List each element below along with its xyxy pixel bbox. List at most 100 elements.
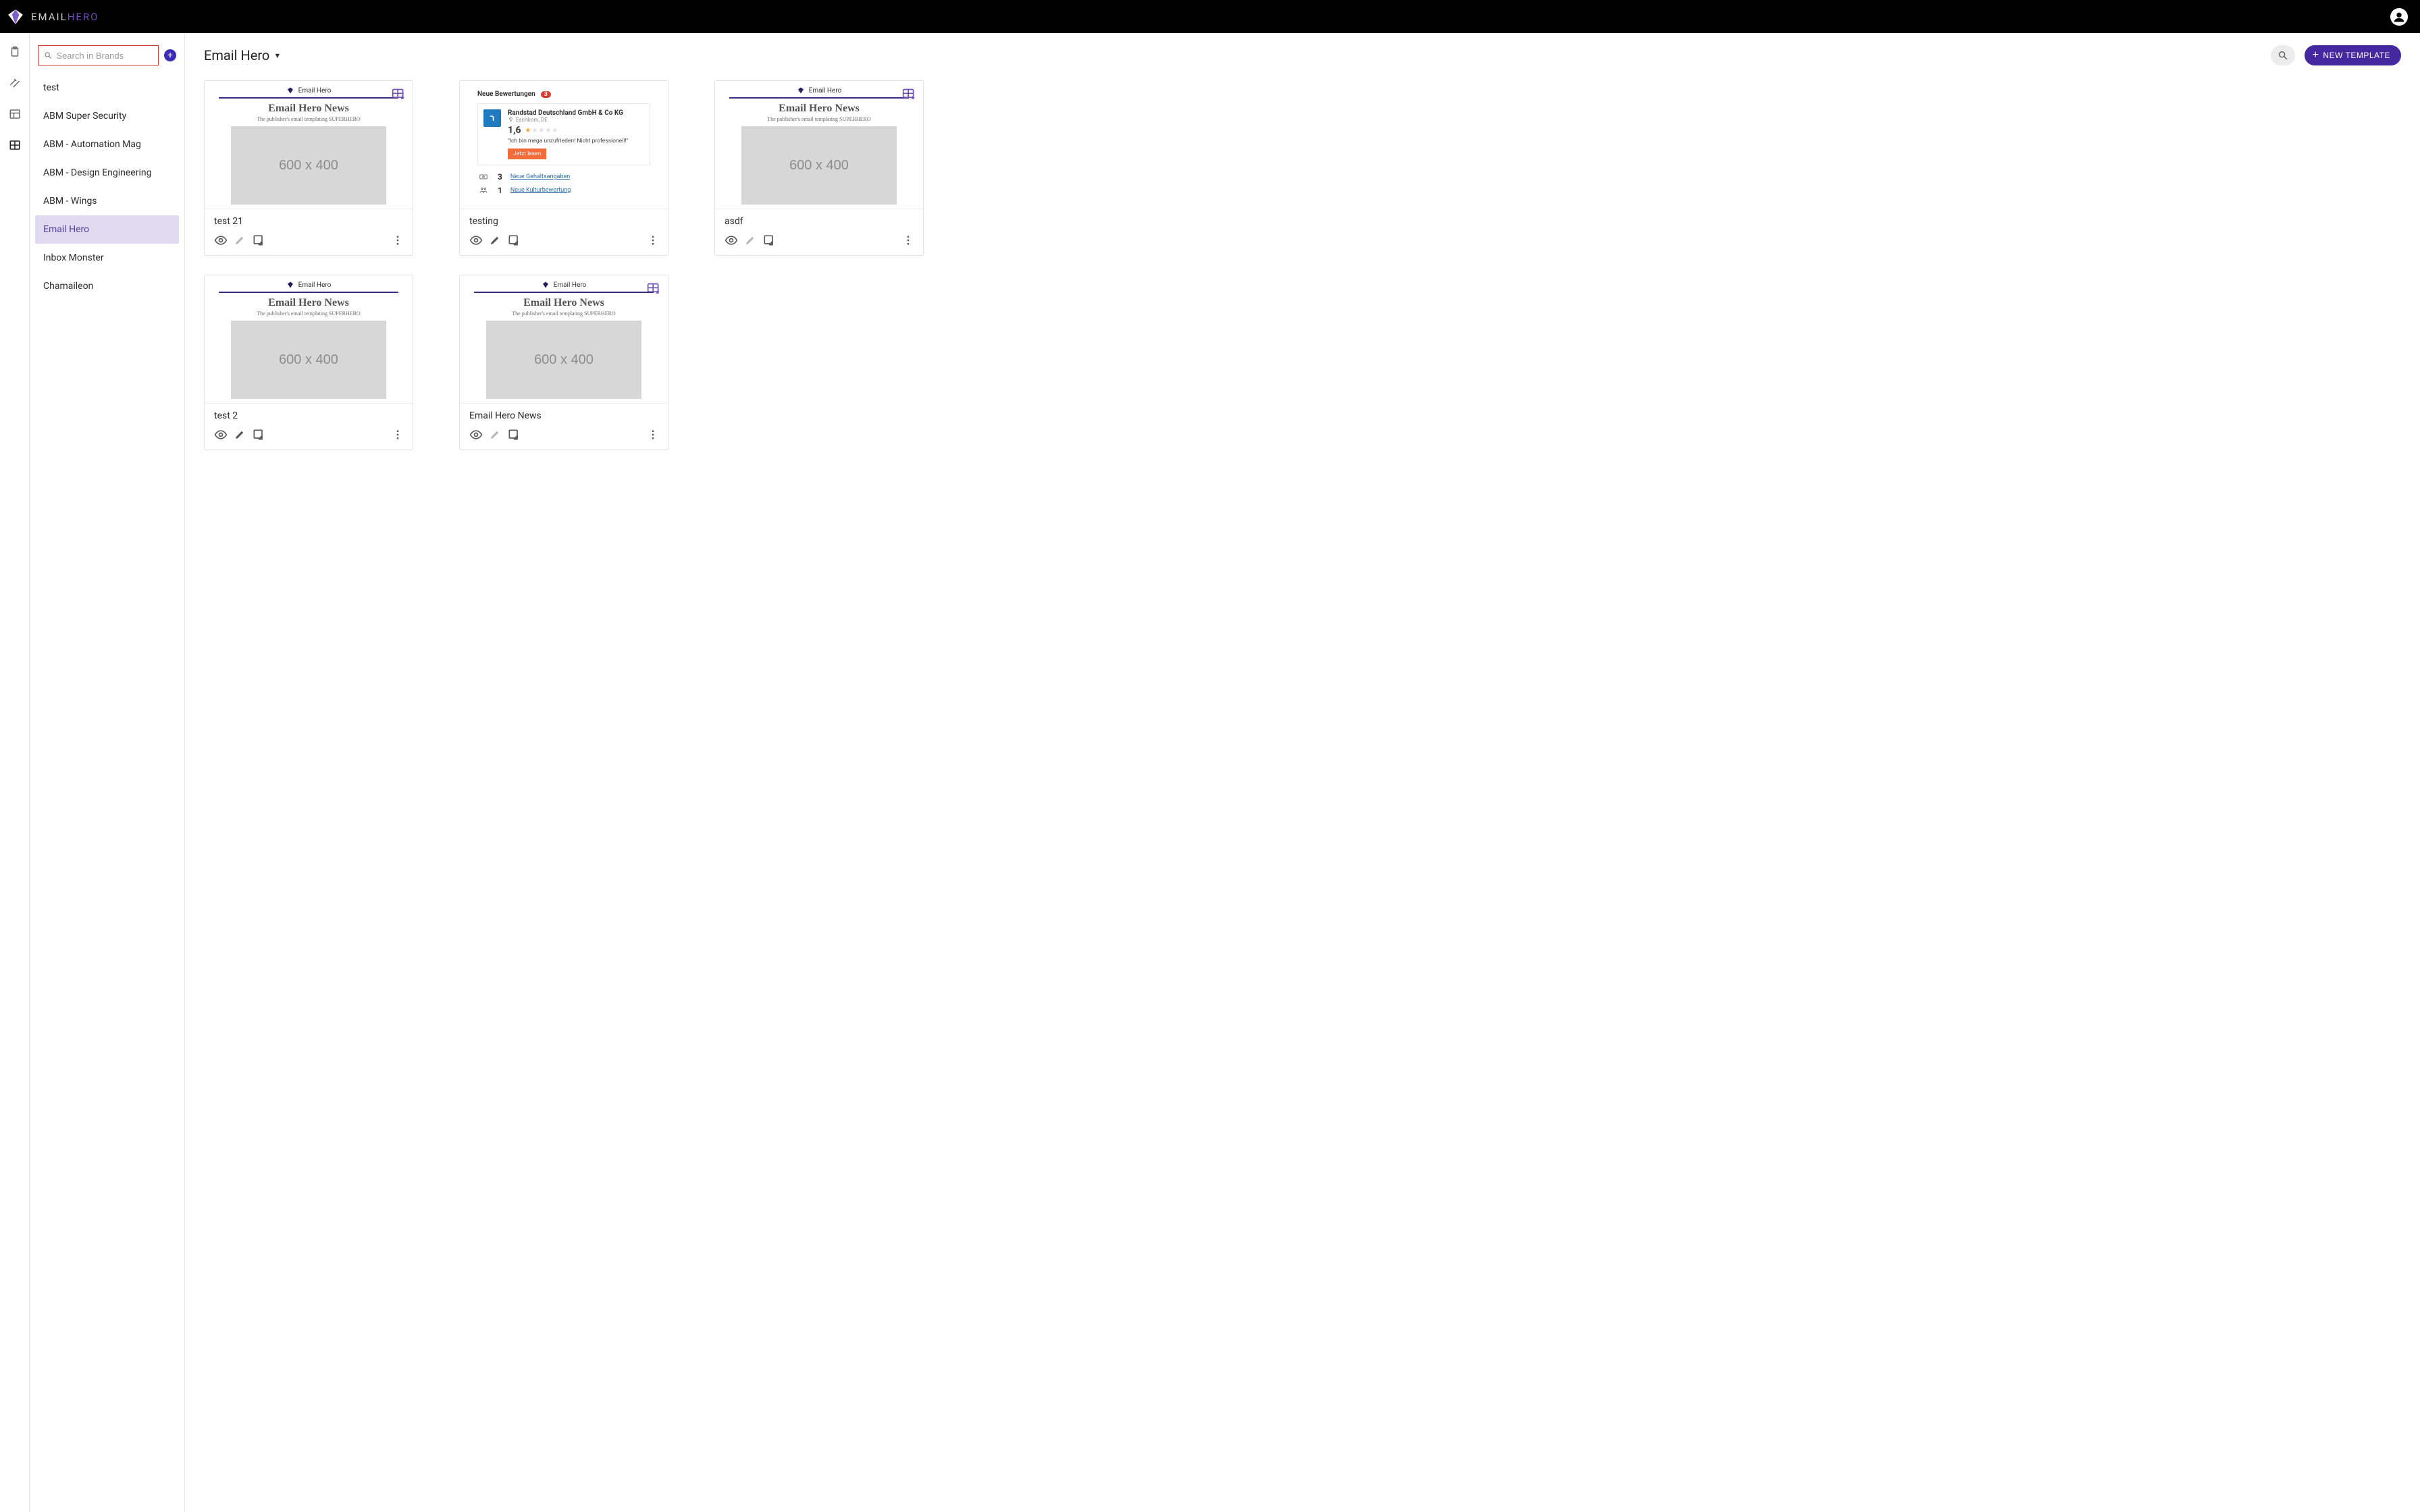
clipboard-icon bbox=[9, 46, 21, 58]
master-template-icon bbox=[646, 282, 661, 296]
review-title: Neue Bewertungen bbox=[477, 90, 535, 98]
read-now-button: Jetzt lesen bbox=[508, 148, 546, 159]
more-button[interactable] bbox=[388, 231, 407, 250]
preview-button[interactable] bbox=[211, 425, 230, 444]
preview-subline: The publisher's email templating SUPERHE… bbox=[257, 116, 360, 122]
template-thumbnail[interactable]: Email Hero Email Hero News The publisher… bbox=[460, 275, 668, 404]
more-vertical-icon bbox=[647, 429, 659, 441]
preview-brand-label: Email Hero bbox=[298, 281, 332, 289]
preview-subline: The publisher's email templating SUPERHE… bbox=[512, 310, 615, 317]
add-brand-button[interactable]: + bbox=[164, 49, 176, 61]
edit-button[interactable] bbox=[485, 231, 504, 250]
edit-button[interactable] bbox=[230, 425, 249, 444]
note-icon bbox=[507, 234, 521, 247]
template-search-button[interactable] bbox=[2271, 45, 2295, 65]
pencil-icon bbox=[234, 234, 246, 246]
template-thumbnail[interactable]: Neue Bewertungen 3 ר Randstad Deutschlan… bbox=[460, 81, 668, 209]
sidebar-brand-item[interactable]: test bbox=[35, 74, 179, 102]
template-thumbnail[interactable]: Email Hero Email Hero News The publisher… bbox=[205, 275, 413, 404]
preview-subline: The publisher's email templating SUPERHE… bbox=[767, 116, 870, 122]
sidebar-brand-item[interactable]: Email Hero bbox=[35, 215, 179, 244]
diamond-icon bbox=[286, 281, 294, 289]
template-title: asdf bbox=[715, 209, 923, 231]
preview-placeholder: 600 x 400 bbox=[741, 126, 897, 205]
note-button[interactable] bbox=[504, 231, 523, 250]
template-preview: Email Hero Email Hero News The publisher… bbox=[209, 279, 409, 399]
more-button[interactable] bbox=[643, 425, 662, 444]
logo-diamond-icon bbox=[7, 8, 24, 26]
tools-icon bbox=[9, 77, 21, 89]
more-vertical-icon bbox=[647, 234, 659, 246]
eye-icon bbox=[214, 428, 228, 441]
preview-button[interactable] bbox=[467, 231, 485, 250]
people-icon bbox=[477, 186, 490, 195]
sidebar-brand-item[interactable]: ABM - Design Engineering bbox=[35, 159, 179, 187]
preview-placeholder: 600 x 400 bbox=[486, 321, 642, 399]
more-button[interactable] bbox=[388, 425, 407, 444]
chevron-down-icon: ▼ bbox=[273, 51, 281, 60]
app-logo[interactable]: EMAILHERO bbox=[7, 8, 99, 26]
rail-layout[interactable] bbox=[7, 106, 23, 122]
pencil-icon bbox=[744, 234, 756, 246]
eye-icon bbox=[725, 234, 738, 247]
template-card: Email Hero Email Hero News The publisher… bbox=[204, 80, 413, 256]
template-actions bbox=[460, 231, 668, 250]
master-template-icon bbox=[901, 88, 916, 101]
preview-button[interactable] bbox=[211, 231, 230, 250]
note-button[interactable] bbox=[504, 425, 523, 444]
note-button[interactable] bbox=[249, 425, 268, 444]
preview-brand-label: Email Hero bbox=[554, 281, 587, 289]
company-location: Eschborn, DE bbox=[516, 117, 548, 123]
app-logo-text: EMAILHERO bbox=[31, 11, 99, 23]
template-actions bbox=[460, 425, 668, 444]
sidebar-brand-item[interactable]: ABM - Automation Mag bbox=[35, 130, 179, 159]
rail-clipboard[interactable] bbox=[7, 44, 23, 60]
template-preview: Email Hero Email Hero News The publisher… bbox=[209, 85, 409, 205]
brand-search-input[interactable] bbox=[56, 51, 153, 61]
note-button[interactable] bbox=[760, 231, 779, 250]
brands-sidebar: + testABM Super SecurityABM - Automation… bbox=[30, 33, 185, 1512]
edit-button bbox=[230, 231, 249, 250]
preview-headline: Email Hero News bbox=[779, 103, 860, 115]
sidebar-brand-item[interactable]: Inbox Monster bbox=[35, 244, 179, 272]
note-icon bbox=[252, 428, 265, 441]
eye-icon bbox=[469, 234, 483, 247]
review-score: 1,6 bbox=[508, 125, 521, 136]
more-button[interactable] bbox=[643, 231, 662, 250]
sidebar-brand-item[interactable]: Chamaileon bbox=[35, 272, 179, 300]
account-avatar[interactable] bbox=[2390, 8, 2408, 26]
sidebar-brand-item[interactable]: ABM Super Security bbox=[35, 102, 179, 130]
template-preview: Neue Bewertungen 3 ר Randstad Deutschlan… bbox=[464, 85, 664, 200]
stat-count: 1 bbox=[498, 186, 502, 195]
company-logo: ר bbox=[483, 109, 501, 127]
grid-icon bbox=[9, 139, 21, 151]
template-title: test 2 bbox=[205, 404, 413, 425]
main-content: Email Hero ▼ + NEW TEMPLATE Email Hero E… bbox=[185, 33, 2420, 1512]
diamond-icon bbox=[542, 281, 550, 289]
template-thumbnail[interactable]: Email Hero Email Hero News The publisher… bbox=[715, 81, 923, 209]
rail-tools[interactable] bbox=[7, 75, 23, 91]
pencil-icon bbox=[489, 429, 501, 441]
preview-brand-label: Email Hero bbox=[298, 87, 332, 94]
user-icon bbox=[2392, 9, 2406, 24]
rail-grid[interactable] bbox=[7, 137, 23, 153]
template-thumbnail[interactable]: Email Hero Email Hero News The publisher… bbox=[205, 81, 413, 209]
template-title: test 21 bbox=[205, 209, 413, 231]
stat-link: Neue Kulturbewertung bbox=[510, 187, 571, 194]
diamond-icon bbox=[286, 86, 294, 94]
company-name: Randstad Deutschland GmbH & Co KG bbox=[508, 109, 644, 117]
sidebar-brand-item[interactable]: ABM - Wings bbox=[35, 187, 179, 215]
preview-button[interactable] bbox=[467, 425, 485, 444]
template-title: testing bbox=[460, 209, 668, 231]
topbar: EMAILHERO bbox=[0, 0, 2420, 33]
brand-search-field[interactable] bbox=[38, 45, 159, 65]
brand-title-dropdown[interactable]: Email Hero ▼ bbox=[204, 47, 281, 63]
new-template-button[interactable]: + NEW TEMPLATE bbox=[2305, 45, 2401, 65]
template-actions bbox=[715, 231, 923, 250]
more-button[interactable] bbox=[899, 231, 918, 250]
preview-button[interactable] bbox=[722, 231, 741, 250]
note-button[interactable] bbox=[249, 231, 268, 250]
search-icon bbox=[2278, 50, 2288, 61]
preview-subline: The publisher's email templating SUPERHE… bbox=[257, 310, 360, 317]
preview-brand-label: Email Hero bbox=[809, 87, 842, 94]
